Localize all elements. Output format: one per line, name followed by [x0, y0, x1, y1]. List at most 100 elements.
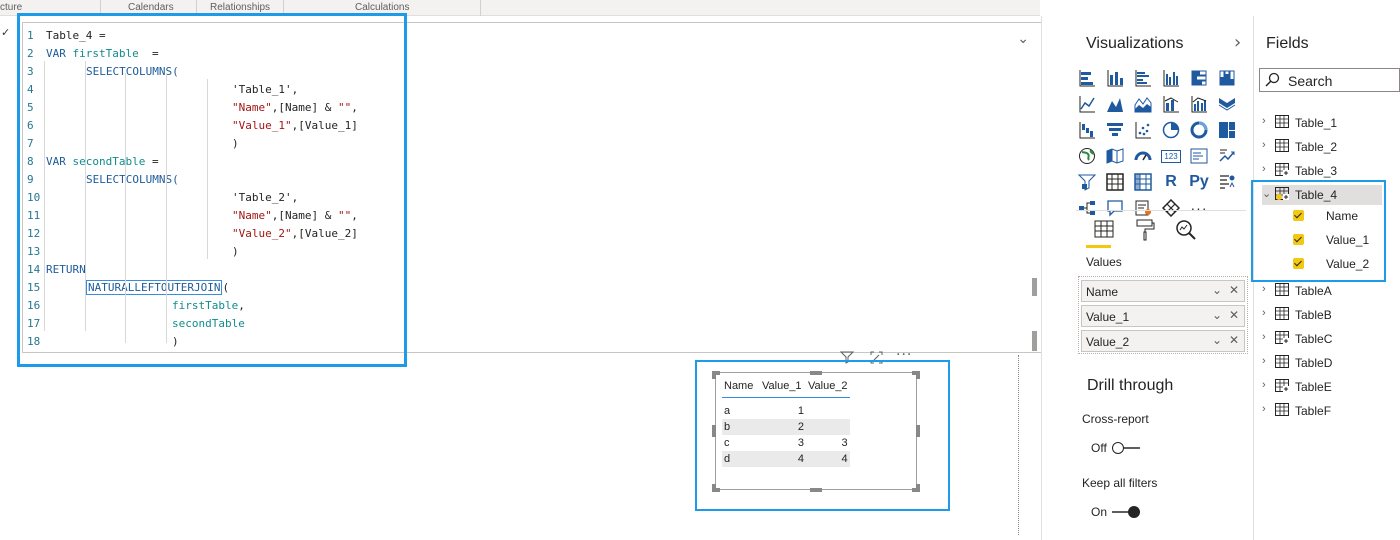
stacked-column-icon[interactable] [1105, 68, 1125, 88]
filled-map-icon[interactable] [1105, 146, 1125, 166]
map-icon[interactable] [1077, 146, 1097, 166]
r-icon-text: R [1165, 173, 1177, 190]
more-visuals-icon[interactable]: ··· [1189, 198, 1209, 218]
pie-icon[interactable] [1161, 120, 1181, 140]
collapse-visualizations-chevron-icon[interactable]: › [1234, 32, 1241, 53]
smart-narrative-icon[interactable] [1133, 198, 1153, 218]
search-placeholder: Search [1288, 73, 1333, 89]
value-well-name[interactable]: Name ⌄ ✕ [1081, 280, 1245, 302]
chevron-right-icon[interactable]: › [1262, 379, 1266, 391]
line-chart-icon[interactable] [1077, 94, 1097, 114]
format-paint-roller-icon[interactable] [1134, 218, 1160, 244]
code-highlight-box [17, 13, 407, 367]
remove-field-icon[interactable]: ✕ [1229, 283, 1239, 297]
visualizations-title: Visualizations [1086, 35, 1184, 52]
slicer-icon[interactable] [1077, 172, 1097, 192]
keep-all-filters-state: On [1091, 505, 1108, 519]
editor-scrollbar-thumb[interactable] [1032, 331, 1037, 351]
fields-tool-icon[interactable] [1093, 218, 1119, 244]
card-icon-text: 123 [1161, 149, 1181, 163]
treemap-icon[interactable] [1217, 120, 1237, 140]
toggle-knob [1112, 442, 1124, 454]
ribbon-tab-relationships[interactable]: Relationships [210, 2, 270, 13]
chevron-right-icon[interactable]: › [1262, 331, 1266, 343]
calculated-table-icon [1275, 331, 1289, 347]
matrix-icon[interactable] [1133, 172, 1153, 192]
line-column-icon[interactable] [1161, 94, 1181, 114]
commit-check-icon[interactable]: ✓ [1, 26, 10, 39]
expand-editor-chevron-icon[interactable]: ⌄ [1017, 31, 1029, 47]
keep-all-filters-toggle[interactable] [1112, 506, 1140, 518]
waterfall-icon[interactable] [1077, 120, 1097, 140]
key-influencers-icon[interactable] [1217, 172, 1237, 192]
chevron-right-icon[interactable]: › [1262, 403, 1266, 415]
python-visual-icon[interactable]: Py [1189, 172, 1209, 192]
py-icon-text: Py [1189, 173, 1209, 190]
value-well-value-1[interactable]: Value_1 ⌄ ✕ [1081, 305, 1245, 327]
chevron-down-icon[interactable]: ⌄ [1212, 308, 1222, 322]
toggle-knob [1128, 506, 1140, 518]
gauge-icon[interactable] [1133, 146, 1153, 166]
clustered-column-icon[interactable] [1161, 68, 1181, 88]
table-icon [1275, 283, 1289, 299]
table-name: Table_3 [1295, 164, 1338, 178]
active-tool-indicator [1086, 245, 1111, 248]
chevron-down-icon[interactable]: ⌄ [1212, 283, 1222, 297]
cross-report-toggle[interactable] [1112, 442, 1140, 454]
ribbon-separator [480, 0, 481, 16]
calculated-table-icon [1275, 163, 1289, 179]
table-name: TableD [1295, 356, 1333, 370]
chevron-right-icon[interactable]: › [1262, 283, 1266, 295]
ribbon-tab-calculations[interactable]: Calculations [355, 2, 409, 13]
remove-field-icon[interactable]: ✕ [1229, 333, 1239, 347]
visual-highlight-box [695, 360, 950, 511]
analytics-magnifier-icon[interactable] [1174, 218, 1200, 244]
chevron-right-icon[interactable]: › [1262, 139, 1266, 151]
100-stacked-bar-icon[interactable] [1189, 68, 1209, 88]
ribbon-tab-structure[interactable]: cture [0, 2, 22, 13]
clustered-bar-icon[interactable] [1133, 68, 1153, 88]
chevron-right-icon[interactable]: › [1262, 115, 1266, 127]
decomposition-tree-icon[interactable] [1077, 198, 1097, 218]
remove-field-icon[interactable]: ✕ [1229, 308, 1239, 322]
stacked-area-icon[interactable] [1133, 94, 1153, 114]
card-icon[interactable]: 123 [1161, 146, 1181, 166]
donut-icon[interactable] [1189, 120, 1209, 140]
qa-icon[interactable] [1105, 198, 1125, 218]
chevron-down-icon[interactable]: ⌄ [1212, 333, 1222, 347]
table-icon [1275, 139, 1289, 155]
table-name: Table_1 [1295, 116, 1338, 130]
calculated-table-icon [1275, 379, 1289, 395]
well-label: Name [1086, 285, 1119, 299]
table-icon [1275, 355, 1289, 371]
scatter-icon[interactable] [1133, 120, 1153, 140]
table-icon [1275, 403, 1289, 419]
area-chart-icon[interactable] [1105, 94, 1125, 114]
search-icon [1265, 72, 1281, 92]
table-icon [1275, 307, 1289, 323]
kpi-icon[interactable] [1217, 146, 1237, 166]
table4-highlight-box [1251, 180, 1386, 282]
values-label: Values [1086, 255, 1122, 269]
ribbon-tab-calendars[interactable]: Calendars [128, 2, 174, 13]
drill-through-title: Drill through [1087, 377, 1174, 394]
chevron-right-icon[interactable]: › [1262, 355, 1266, 367]
chevron-right-icon[interactable]: › [1262, 307, 1266, 319]
chevron-right-icon[interactable]: › [1262, 163, 1266, 175]
100-stacked-column-icon[interactable] [1217, 68, 1237, 88]
cross-report-state: Off [1091, 441, 1107, 455]
funnel-icon[interactable] [1105, 120, 1125, 140]
line-clustered-column-icon[interactable] [1189, 94, 1209, 114]
multi-row-card-icon[interactable] [1189, 146, 1209, 166]
editor-scrollbar-thumb[interactable] [1032, 278, 1037, 296]
stacked-bar-icon[interactable] [1077, 68, 1097, 88]
table-name: TableF [1295, 404, 1332, 418]
ribbon-chart-icon[interactable] [1217, 94, 1237, 114]
cross-report-label: Cross-report [1082, 412, 1149, 426]
power-apps-icon[interactable] [1161, 198, 1181, 218]
table-icon[interactable] [1105, 172, 1125, 192]
fields-search-input[interactable]: Search [1259, 68, 1400, 92]
r-visual-icon[interactable]: R [1161, 172, 1181, 192]
well-label: Value_2 [1086, 335, 1130, 349]
value-well-value-2[interactable]: Value_2 ⌄ ✕ [1081, 330, 1245, 352]
